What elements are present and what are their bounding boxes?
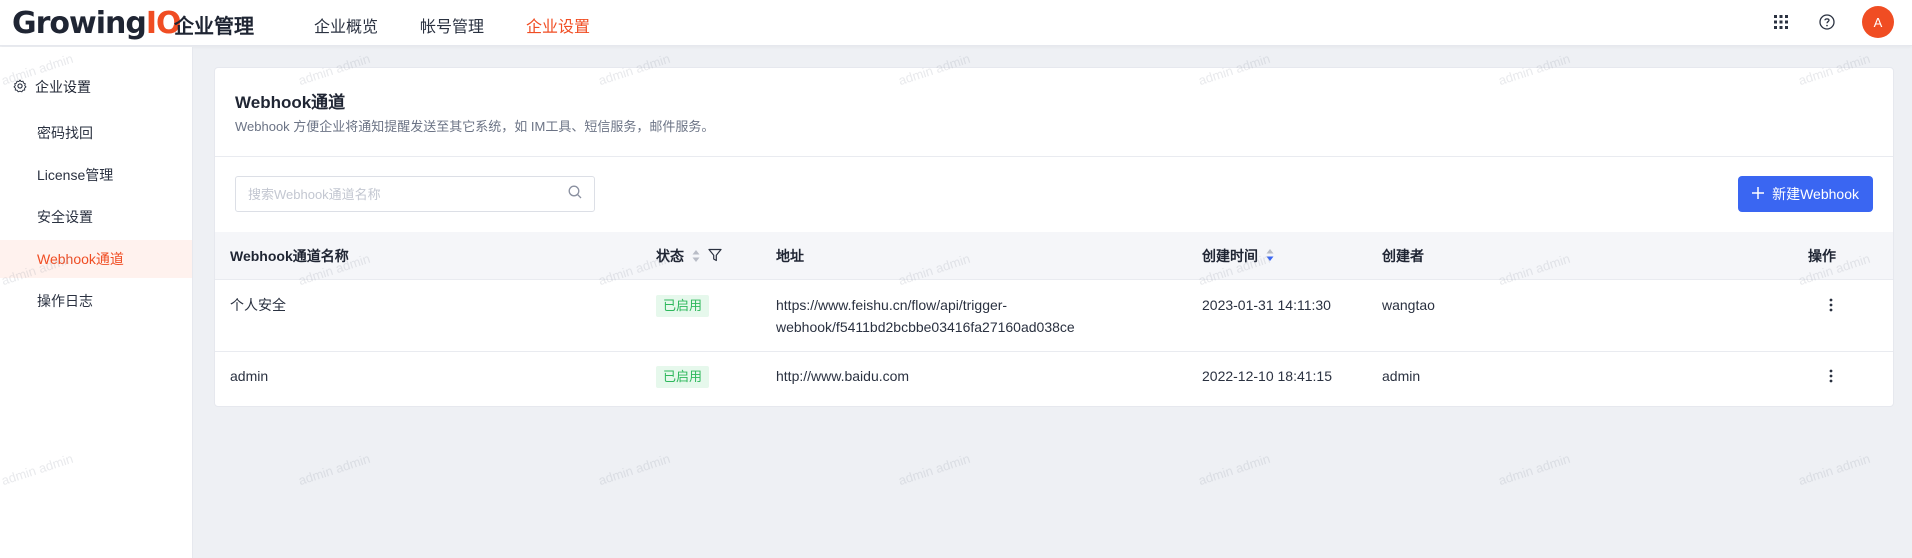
sidebar-item-password-recovery[interactable]: 密码找回 bbox=[0, 114, 192, 152]
divider bbox=[215, 156, 1893, 157]
nav-enterprise-settings[interactable]: 企业设置 bbox=[526, 13, 590, 37]
sidebar: 企业设置 密码找回 License管理 安全设置 Webhook通道 操作日志 bbox=[0, 47, 193, 558]
page-description: Webhook 方便企业将通知提醒发送至其它系统，如 IM工具、短信服务，邮件服… bbox=[235, 119, 715, 134]
page-title: Webhook通道 bbox=[235, 93, 346, 112]
column-header-creator: 创建者 bbox=[1382, 248, 1424, 264]
sidebar-item-webhook[interactable]: Webhook通道 bbox=[0, 240, 192, 278]
column-header-actions: 操作 bbox=[1808, 248, 1836, 264]
watermark: admin admin bbox=[1796, 450, 1872, 489]
watermark: admin admin bbox=[296, 450, 372, 489]
search-input[interactable] bbox=[248, 186, 568, 202]
column-header-status-label: 状态 bbox=[656, 248, 684, 264]
nav-enterprise-overview[interactable]: 企业概览 bbox=[314, 13, 378, 37]
table-header: Webhook通道名称 状态 地址 创建时间 创建者 操作 bbox=[215, 232, 1893, 280]
column-header-status: 状态 bbox=[656, 232, 722, 280]
more-options-icon[interactable] bbox=[1821, 365, 1841, 387]
cell-creator: wangtao bbox=[1382, 297, 1435, 313]
webhook-table: Webhook通道名称 状态 地址 创建时间 创建者 操作 个人安全 已启用 h… bbox=[215, 232, 1893, 406]
apps-grid-icon[interactable] bbox=[1770, 11, 1792, 33]
webhook-card: Webhook通道 Webhook 方便企业将通知提醒发送至其它系统，如 IM工… bbox=[214, 67, 1894, 407]
gear-icon bbox=[13, 79, 27, 96]
status-badge: 已启用 bbox=[656, 365, 710, 388]
column-header-created-time: 创建时间 bbox=[1202, 232, 1274, 280]
table-row: 个人安全 已启用 https://www.feishu.cn/flow/api/… bbox=[215, 280, 1893, 352]
cell-address: https://www.feishu.cn/flow/api/trigger- … bbox=[776, 294, 1075, 338]
sidebar-item-security[interactable]: 安全设置 bbox=[0, 198, 192, 236]
nav-account-management[interactable]: 帐号管理 bbox=[420, 13, 484, 37]
sidebar-item-operation-log[interactable]: 操作日志 bbox=[0, 282, 192, 320]
top-bar: GrowingIO 企业管理 企业概览 帐号管理 企业设置 A bbox=[0, 0, 1912, 46]
plus-icon bbox=[1752, 186, 1765, 202]
column-header-address: 地址 bbox=[776, 248, 804, 264]
cell-address-line1: https://www.feishu.cn/flow/api/trigger- bbox=[776, 297, 1008, 313]
cell-name: 个人安全 bbox=[230, 297, 286, 313]
watermark: admin admin bbox=[1496, 450, 1572, 489]
sort-icon[interactable] bbox=[692, 249, 700, 263]
watermark: admin admin bbox=[1196, 450, 1272, 489]
sidebar-header: 企业设置 bbox=[13, 77, 91, 97]
app-title: 企业管理 bbox=[174, 16, 254, 38]
help-icon[interactable] bbox=[1816, 11, 1838, 33]
search-icon[interactable] bbox=[568, 185, 582, 204]
growingio-logo[interactable]: GrowingIO bbox=[12, 6, 182, 41]
cell-creator: admin bbox=[1382, 368, 1421, 384]
cell-address: http://www.baidu.com bbox=[776, 368, 910, 384]
more-options-icon[interactable] bbox=[1821, 294, 1841, 316]
new-webhook-label: 新建Webhook bbox=[1772, 186, 1859, 202]
watermark: admin admin bbox=[596, 450, 672, 489]
sort-desc-icon[interactable] bbox=[1266, 248, 1274, 265]
avatar[interactable]: A bbox=[1862, 6, 1894, 38]
cell-name: admin bbox=[230, 368, 269, 384]
status-badge: 已启用 bbox=[656, 294, 710, 317]
table-row: admin 已启用 http://www.baidu.com 2022-12-1… bbox=[215, 352, 1893, 406]
filter-icon[interactable] bbox=[708, 248, 722, 265]
top-nav: 企业概览 帐号管理 企业设置 bbox=[314, 13, 590, 37]
new-webhook-button[interactable]: 新建Webhook bbox=[1738, 176, 1873, 212]
cell-created-time: 2022-12-10 18:41:15 bbox=[1202, 368, 1332, 384]
sidebar-item-license[interactable]: License管理 bbox=[0, 156, 192, 194]
search-box bbox=[235, 176, 595, 212]
cell-created-time: 2023-01-31 14:11:30 bbox=[1202, 297, 1331, 313]
top-right-actions: A bbox=[1770, 6, 1894, 38]
watermark: admin admin bbox=[896, 450, 972, 489]
sidebar-header-label: 企业设置 bbox=[35, 79, 91, 95]
cell-address-line2: webhook/f5411bd2bcbbe03416fa27160ad038ce bbox=[776, 319, 1075, 335]
column-header-name: Webhook通道名称 bbox=[230, 248, 349, 264]
column-header-created-time-label: 创建时间 bbox=[1202, 248, 1258, 264]
